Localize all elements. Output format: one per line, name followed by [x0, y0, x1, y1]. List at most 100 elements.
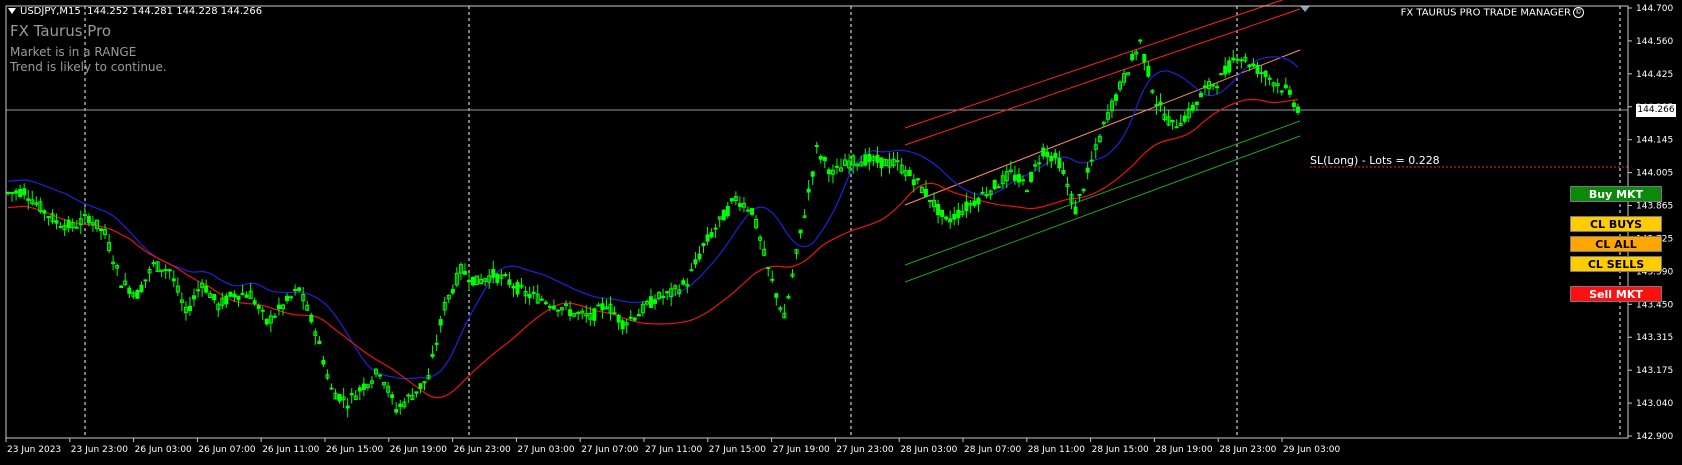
candle-body: [1016, 174, 1021, 183]
channel-red-line: [904, 8, 1301, 146]
close-all-button[interactable]: CL ALL: [1570, 236, 1662, 252]
channel-green-line: [904, 120, 1301, 266]
candle-body: [952, 213, 957, 220]
candle-body: [1089, 159, 1094, 162]
symbol-header: USDJPY,M15 144.252 144.281 144.228 144.2…: [8, 6, 262, 17]
candle-body: [879, 157, 884, 169]
candle-body: [1227, 60, 1232, 73]
candle-body: [636, 313, 641, 317]
candle-body: [1045, 151, 1050, 158]
candle-body: [204, 285, 209, 293]
time-tick-label: 27 Jun 11:00: [645, 445, 702, 455]
candle-body: [984, 194, 989, 197]
candle-body: [964, 201, 969, 212]
dropdown-icon[interactable]: [8, 8, 16, 14]
price-tick-label: 143.865: [1636, 202, 1673, 212]
candle-body: [948, 218, 953, 223]
candle-body: [26, 198, 31, 201]
copyright-icon: ©: [1573, 7, 1584, 18]
candle-body: [1251, 63, 1256, 67]
candle-body: [766, 266, 771, 269]
sell-mkt-button[interactable]: Sell MKT: [1570, 286, 1662, 302]
candle-body: [167, 269, 172, 272]
candle-body: [1259, 72, 1264, 75]
candle-body: [349, 393, 354, 396]
candle-body: [1215, 86, 1220, 89]
candle-body: [568, 309, 573, 317]
candle-body: [1041, 147, 1046, 157]
candle-body: [1077, 193, 1082, 196]
candle-body: [1287, 89, 1292, 95]
candle-body: [438, 319, 443, 326]
price-tick-label: 143.315: [1636, 333, 1673, 343]
candle-body: [406, 394, 411, 397]
candle-body: [863, 154, 868, 166]
candle-body: [539, 298, 544, 301]
candle-body: [135, 290, 140, 299]
price-tick-label: 144.145: [1636, 136, 1673, 146]
buy-mkt-button[interactable]: Buy MKT: [1570, 186, 1662, 202]
candle-body: [1158, 101, 1163, 106]
candle-body: [1033, 164, 1038, 167]
candle-body: [996, 186, 1001, 189]
time-tick-label: 28 Jun 19:00: [1155, 445, 1212, 455]
candle-body: [1211, 84, 1216, 87]
candle-body: [450, 288, 455, 294]
price-tick-label: 144.005: [1636, 169, 1673, 179]
indicator-status-line1: Market is in a RANGE: [10, 45, 137, 59]
candle-body: [1049, 155, 1054, 162]
candle-body: [1146, 65, 1151, 77]
price-chart[interactable]: 144.700144.560144.425144.285144.145144.0…: [0, 0, 1682, 465]
close-buys-button[interactable]: CL BUYS: [1570, 216, 1662, 232]
current-price-tag: 144.266: [1636, 104, 1676, 117]
time-tick-label: 26 Jun 03:00: [135, 445, 192, 455]
candle-body: [693, 259, 698, 265]
candle-body: [822, 156, 827, 162]
candle-body: [1231, 57, 1236, 61]
time-tick-label: 26 Jun 19:00: [390, 445, 447, 455]
candle-body: [1295, 106, 1300, 113]
candle-body: [1279, 90, 1284, 93]
candle-body: [345, 405, 350, 409]
candle-body: [1073, 206, 1078, 215]
candle-body: [357, 387, 362, 392]
candle-body: [192, 295, 197, 300]
candle-body: [806, 188, 811, 193]
time-tick-label: 26 Jun 11:00: [262, 445, 319, 455]
candle-body: [681, 280, 686, 285]
candle-body: [398, 403, 403, 407]
price-tick-label: 142.900: [1636, 432, 1673, 442]
candle-body: [875, 155, 880, 163]
candle-body: [418, 383, 423, 390]
candle-body: [491, 268, 496, 278]
time-tick-label: 27 Jun 15:00: [709, 445, 766, 455]
candle-body: [297, 287, 302, 292]
candle-body: [818, 155, 823, 160]
candle-body: [729, 198, 734, 202]
candle-body: [143, 279, 148, 282]
candle-body: [527, 293, 532, 299]
candle-body: [74, 226, 79, 229]
candle-body: [361, 383, 366, 390]
candle-body: [236, 295, 241, 301]
time-tick-label: 26 Jun 15:00: [326, 445, 383, 455]
candle-body: [814, 145, 819, 148]
time-tick-label: 27 Jun 03:00: [517, 445, 574, 455]
close-sells-button[interactable]: CL SELLS: [1570, 256, 1662, 272]
candle-body: [1142, 53, 1147, 63]
candle-body: [1037, 162, 1042, 165]
chart-axes: 144.700144.560144.425144.285144.145144.0…: [5, 4, 1673, 455]
candle-body: [689, 269, 694, 272]
candle-body: [895, 160, 900, 163]
candle-body: [1267, 77, 1272, 80]
candle-body: [187, 305, 192, 311]
ohlc-values: 144.252 144.281 144.228 144.266: [87, 6, 263, 17]
symbol-label: USDJPY,M15: [20, 6, 81, 17]
candle-body: [196, 289, 201, 292]
candle-body: [834, 165, 839, 168]
trade-manager-title-text: FX TAURUS PRO TRADE MANAGER: [1400, 7, 1571, 19]
candle-body: [810, 171, 815, 177]
candle-body: [1239, 59, 1244, 62]
candle-body: [826, 169, 831, 175]
candle-body: [285, 295, 290, 301]
